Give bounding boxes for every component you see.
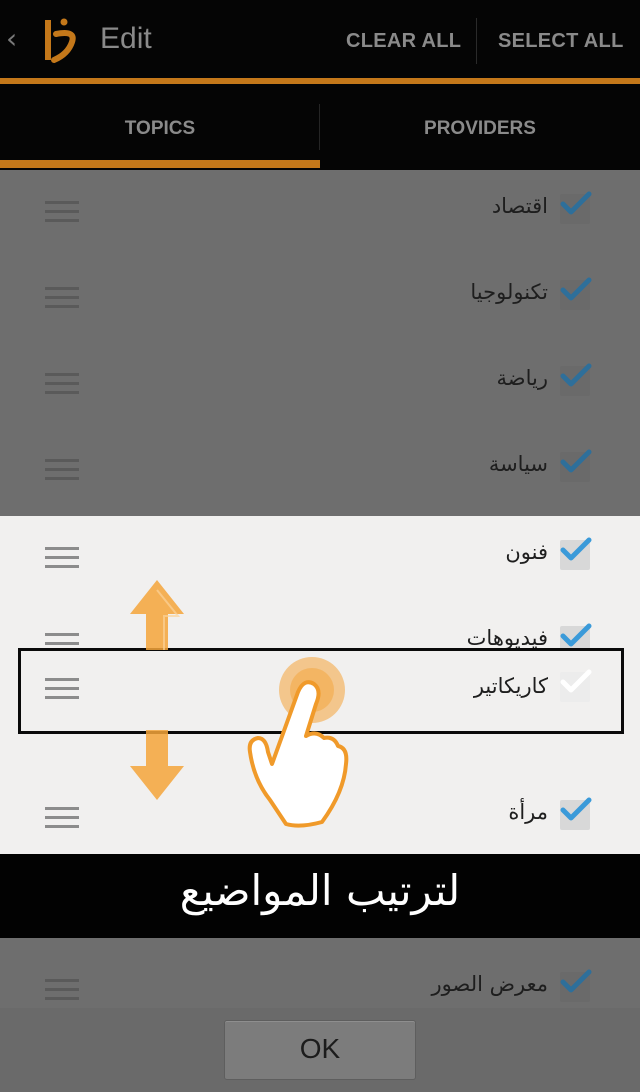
page-title: Edit: [100, 22, 152, 55]
drag-handle-icon[interactable]: [45, 807, 79, 829]
checkmark-icon: [560, 277, 592, 301]
ok-button[interactable]: OK: [224, 1020, 416, 1080]
drag-handle-icon[interactable]: [45, 459, 79, 481]
back-chevron-icon[interactable]: ‹: [6, 22, 17, 55]
checkmark-icon: [560, 623, 592, 647]
pointing-hand-icon: [247, 657, 349, 828]
tab-providers[interactable]: PROVIDERS: [320, 84, 640, 170]
topic-checkbox[interactable]: [560, 797, 592, 830]
topic-checkbox[interactable]: [560, 277, 592, 310]
drag-handle-icon[interactable]: [45, 287, 79, 309]
checkmark-icon: [560, 449, 592, 473]
list-item-topic[interactable]: تكنولوجيا: [0, 254, 640, 340]
topic-checkbox[interactable]: [560, 191, 592, 224]
drag-handle-icon[interactable]: [45, 979, 79, 1001]
banner-text: لترتيب المواضيع: [179, 866, 461, 915]
drag-handle-icon[interactable]: [45, 547, 79, 569]
topic-label: فنون: [505, 540, 548, 564]
topic-label: فيديوهات: [466, 626, 548, 650]
topic-label: معرض الصور: [431, 972, 548, 996]
list-item-topic[interactable]: سياسة: [0, 426, 640, 512]
checkmark-icon: [560, 537, 592, 561]
ok-button-label: OK: [299, 1033, 341, 1064]
up-arrow-icon: [130, 580, 184, 650]
tab-topics[interactable]: TOPICS: [0, 84, 320, 170]
checkmark-icon: [560, 797, 592, 821]
checkmark-icon: [560, 969, 592, 993]
app-logo-icon[interactable]: [42, 14, 82, 66]
topic-label: سياسة: [488, 452, 548, 476]
checkmark-icon: [560, 191, 592, 215]
list-item-topic[interactable]: اقتصاد: [0, 168, 640, 254]
clear-all-button[interactable]: CLEAR ALL: [346, 30, 461, 53]
action-divider: [476, 18, 477, 64]
action-bar: ‹ Edit CLEAR ALL SELECT ALL: [0, 0, 640, 78]
drag-handle-icon[interactable]: [45, 373, 79, 395]
tab-providers-label: PROVIDERS: [424, 118, 536, 139]
tab-topics-label: TOPICS: [124, 118, 196, 139]
checkmark-icon: [560, 363, 592, 387]
topic-label: اقتصاد: [491, 194, 548, 218]
tab-bar: TOPICS PROVIDERS: [0, 84, 640, 170]
topic-label: مرأة: [508, 800, 548, 824]
instruction-banner: لترتيب المواضيع: [0, 854, 640, 938]
tab-divider: [319, 104, 320, 150]
topic-label: رياضة: [496, 366, 548, 390]
select-all-button[interactable]: SELECT ALL: [498, 30, 624, 53]
topic-checkbox[interactable]: [560, 449, 592, 482]
topic-checkbox[interactable]: [560, 537, 592, 570]
topic-checkbox[interactable]: [560, 363, 592, 396]
drag-handle-icon[interactable]: [45, 201, 79, 223]
list-item-topic[interactable]: فنون: [0, 514, 640, 600]
list-item-topic[interactable]: رياضة: [0, 340, 640, 426]
tab-selected-indicator: [0, 160, 320, 168]
down-arrow-icon: [130, 730, 184, 800]
topic-label: تكنولوجيا: [470, 280, 548, 304]
topic-checkbox[interactable]: [560, 969, 592, 1002]
